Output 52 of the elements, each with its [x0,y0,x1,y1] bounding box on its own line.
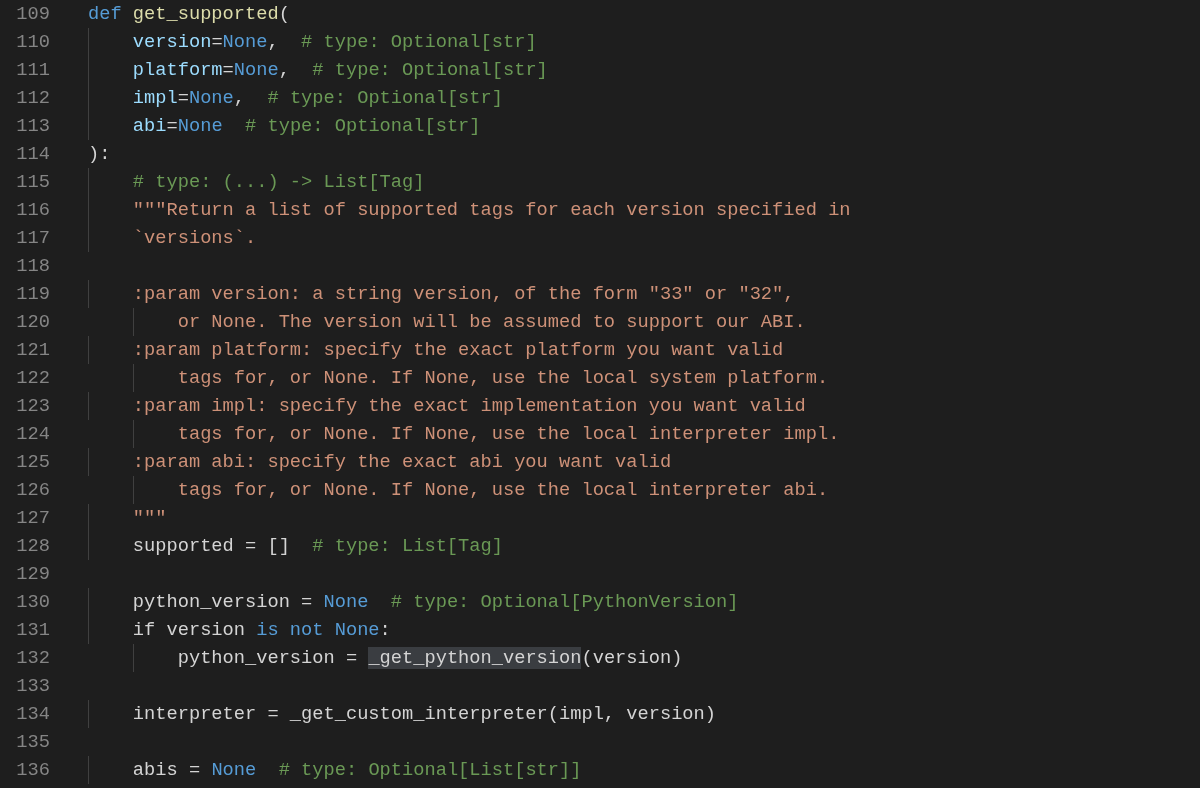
line-number: 135 [15,731,50,753]
code-line: tags for, or None. If None, use the local interpreter impl. [88,422,840,446]
line-number: 120 [15,311,50,333]
line-number: 115 [15,171,50,193]
line-number: 113 [15,115,50,137]
code-line: abis = None # type: Optional[List[str]] [88,758,582,782]
code-line: def get_supported( [88,2,290,26]
line-number: 123 [15,395,50,417]
code-line: `versions`. [88,226,257,250]
line-number: 110 [15,31,50,53]
line-number: 121 [15,339,50,361]
line-number: 132 [15,647,50,669]
line-number: 127 [15,507,50,529]
code-line: ): [88,142,111,166]
code-line: supported = [] # type: List[Tag] [88,534,503,558]
line-number: 116 [15,199,50,221]
code-line: :param abi: specify the exact abi you want valid [88,450,672,474]
line-number: 111 [15,59,50,81]
line-number: 133 [15,675,50,697]
code-line: version=None, # type: Optional[str] [88,30,537,54]
line-number: 119 [15,283,50,305]
line-number: 128 [15,535,50,557]
code-line: :param impl: specify the exact implementation you want valid [88,394,806,418]
code-line: python_version = None # type: Optional[PythonVersion] [88,590,739,614]
code-line: # type: (...) -> List[Tag] [88,170,425,194]
code-line: platform=None, # type: Optional[str] [88,58,548,82]
line-number: 114 [15,143,50,165]
line-number: 134 [15,703,50,725]
code-line: """Return a list of supported tags for each version specified in [88,198,851,222]
line-number: 125 [15,451,50,473]
line-number: 117 [15,227,50,249]
code-line: if version is not None: [88,618,391,642]
line-number: 122 [15,367,50,389]
code-line: """ [88,506,167,530]
code-line: python_version = _get_python_version(version) [88,646,683,670]
line-number: 112 [15,87,50,109]
code-line: tags for, or None. If None, use the local system platform. [88,366,829,390]
code-line: impl=None, # type: Optional[str] [88,86,503,110]
line-number: 129 [15,563,50,585]
line-number: 118 [15,255,50,277]
line-number: 131 [15,619,50,641]
code-line: :param platform: specify the exact platform you want valid [88,338,784,362]
code-line: tags for, or None. If None, use the local interpreter abi. [88,478,829,502]
code-line: interpreter = _get_custom_interpreter(impl, version) [88,702,716,726]
code-line: abi=None # type: Optional[str] [88,114,481,138]
line-number: 126 [15,479,50,501]
line-number: 136 [15,759,50,781]
line-number: 109 [15,3,50,25]
line-number: 130 [15,591,50,613]
code-line: :param version: a string version, of the form "33" or "32", [88,282,795,306]
line-number: 124 [15,423,50,445]
code-line: or None. The version will be assumed to support our ABI. [88,310,806,334]
